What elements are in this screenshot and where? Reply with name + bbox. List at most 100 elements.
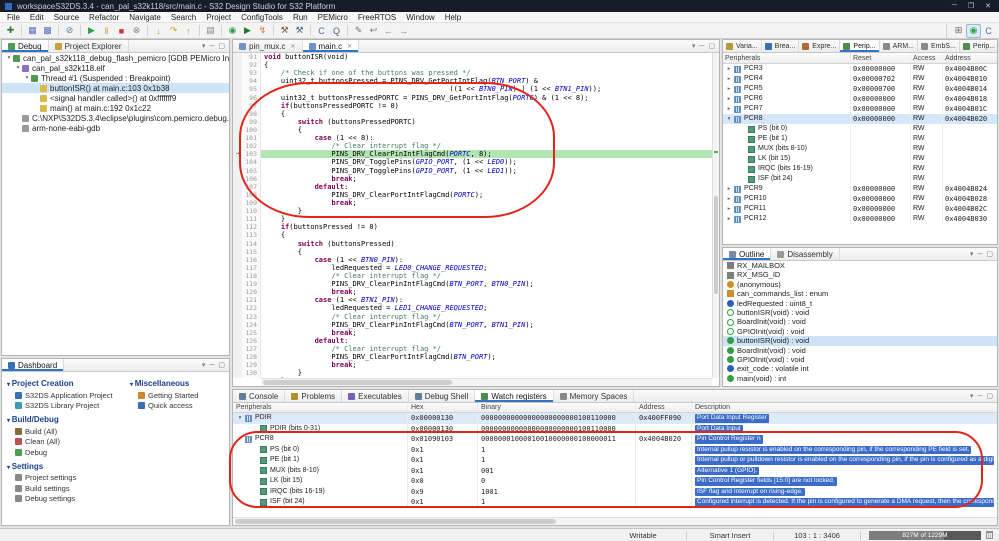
peripheral-row-ps-bit-0[interactable]: PS (bit 0) RW [723, 124, 997, 134]
code-line[interactable]: 95 ((1 << BTN0_PIN) | (1 << BTN1_PIN)); [233, 85, 712, 94]
code-line[interactable]: 129 break; [233, 361, 712, 370]
code-line[interactable]: 116 case (1 << BTN0_PIN): [233, 255, 712, 264]
code-line[interactable]: 126 default: [233, 336, 712, 345]
twisty-icon[interactable]: ▸ [725, 194, 733, 204]
twisty-icon[interactable]: ▸ [725, 214, 733, 224]
right-tab-arm[interactable]: ARM... [880, 40, 918, 52]
minimize-button[interactable]: ─ [952, 2, 957, 10]
editor-body[interactable]: 91 void buttonISR(void) 92{93 /* Check if … [233, 53, 712, 378]
code-line[interactable]: 122 ledRequested = LED1_CHANGE_REQUESTED… [233, 304, 712, 313]
peripheral-row-pcr9[interactable]: ▸ PCR9 0x00000000 RW 0x4004B024 [723, 184, 997, 194]
bottom-tab-executables[interactable]: Executables [342, 390, 409, 402]
code-line[interactable]: 98 { [233, 109, 712, 118]
dashboard-link-debug[interactable]: Debug [5, 447, 127, 458]
code-line[interactable]: 105 PINS_DRV_TogglePins(GPIO_PORT, (1 <<… [233, 166, 712, 175]
scrollbar-thumb[interactable] [235, 519, 556, 524]
outline-item-gpioinit-void-void[interactable]: GPIOInit(void) : void [723, 355, 997, 364]
right-tab-embs[interactable]: EmbS... [918, 40, 960, 52]
gdb-process[interactable]: arm-none-eabi-gdb [2, 123, 229, 133]
maximize-icon[interactable]: ▢ [218, 42, 225, 50]
code-line[interactable]: 121 case (1 << BTN1_PIN): [233, 296, 712, 305]
watch-row-isf-bit-24[interactable]: ISF (bit 24) 0x1 1 Configured interrupt is … [233, 497, 997, 508]
menu-item-search[interactable]: Search [166, 13, 201, 22]
search-icon[interactable]: Q [329, 24, 344, 38]
build-all-icon[interactable]: ⚒ [292, 24, 307, 38]
code-line[interactable]: 104 PINS_DRV_TogglePins(GPIO_PORT, (1 <<… [233, 158, 712, 167]
menu-item-navigate[interactable]: Navigate [124, 13, 166, 22]
dashboard-link-s32ds-application-project[interactable]: S32DS Application Project [5, 390, 127, 401]
peripheral-row-pcr6[interactable]: ▸ PCR6 0x00000000 RW 0x4004B018 [723, 94, 997, 104]
peripheral-row-lk-bit-15[interactable]: LK (bit 15) RW [723, 154, 997, 164]
step-into-icon[interactable]: ↓ [151, 24, 166, 38]
peripheral-row-pcr7[interactable]: ▸ PCR7 0x00000000 RW 0x4004B01C [723, 104, 997, 114]
code-line[interactable]: 128 PINS_DRV_ClearPortIntFlagCmd(BTN_POR… [233, 353, 712, 362]
dashboard-link-clean-all[interactable]: Clean (All) [5, 437, 127, 448]
code-line[interactable]: 113 { [233, 231, 712, 240]
twisty-icon[interactable]: ▾ [236, 434, 244, 445]
menu-item-edit[interactable]: Edit [25, 13, 49, 22]
column-header-address[interactable]: Address [636, 403, 692, 412]
minimize-icon[interactable]: ─ [977, 393, 982, 400]
view-menu-icon[interactable]: ▾ [202, 361, 206, 369]
code-line[interactable]: 124 PINS_DRV_ClearPinIntFlagCmd(BTN_PORT… [233, 320, 712, 329]
run-garbage-collector-icon[interactable] [986, 531, 993, 539]
code-line[interactable]: 96 uint32_t buttonsPressedPORTC = PINS_D… [233, 93, 712, 102]
peripheral-row-pcr8[interactable]: ▾ PCR8 0x00000000 RW 0x4004B020 [723, 114, 997, 124]
dashboard-link-build-settings[interactable]: Build settings [5, 483, 127, 494]
code-line[interactable]: 110 } [233, 207, 712, 216]
code-line[interactable]: 109 break; [233, 198, 712, 208]
program[interactable]: ▾ can_pal_s32k118.elf [2, 63, 229, 73]
peripheral-row-pcr10[interactable]: ▸ PCR10 0x00000000 RW 0x4004B028 [723, 194, 997, 204]
peripheral-row-mux-bits-8-10[interactable]: MUX (bits 8-10) RW [723, 144, 997, 154]
peripheral-row-pe-bit-1[interactable]: PE (bit 1) RW [723, 134, 997, 144]
menu-item-source[interactable]: Source [49, 13, 84, 22]
code-line[interactable]: 114 switch (buttonsPressed) [233, 239, 712, 248]
code-line[interactable]: 120 break; [233, 288, 712, 297]
bottom-tab-debug-shell[interactable]: Debug Shell [409, 390, 476, 402]
code-line[interactable]: 100 { [233, 125, 712, 135]
outline-item-exit-code-volatile-int[interactable]: exit_code : volatile int [723, 364, 997, 373]
code-line[interactable]: 130 } [233, 369, 712, 378]
outline-item-gpioinit-void-void[interactable]: GPIOInit(void) : void [723, 327, 997, 336]
code-line[interactable]: 94 uint32_t buttonsPressed = PINS_DRV_Ge… [233, 77, 712, 86]
code-line[interactable]: 108 PINS_DRV_ClearPortIntFlagCmd(PORTC); [233, 190, 712, 199]
twisty-icon[interactable]: ▾ [725, 114, 733, 124]
outline-item-ledrequested-uint8-t[interactable]: ledRequested : uint8_t [723, 299, 997, 308]
dashboard-link-project-settings[interactable]: Project settings [5, 473, 127, 484]
column-header-description[interactable]: Description [692, 403, 997, 412]
suspend-icon[interactable]: ‖ [99, 24, 114, 38]
twisty-icon[interactable]: ▸ [725, 64, 733, 74]
stack-frame-main[interactable]: main() at main.c:192 0x1c22 [2, 103, 229, 113]
resume-icon[interactable]: ▶ [84, 24, 99, 38]
stack-frame-signal-handler[interactable]: <signal handler called>() at 0xfffffff9 [2, 93, 229, 103]
column-header-reset[interactable]: Reset [851, 53, 911, 63]
thread[interactable]: ▾ Thread #1 (Suspended : Breakpoint) [2, 73, 229, 83]
column-header-hex[interactable]: Hex [408, 403, 478, 412]
right-tab-expre[interactable]: Expre... [799, 40, 841, 52]
maximize-icon[interactable]: ▢ [986, 392, 993, 400]
launch-config[interactable]: ▾ can_pal_s32k118_debug_flash_pemicro [GD… [2, 53, 229, 63]
dashboard-link-quick-access[interactable]: Quick access [128, 401, 228, 412]
menu-item-freertos[interactable]: FreeRTOS [353, 13, 401, 22]
code-line[interactable]: 102 /* Clear interrupt flag */ [233, 142, 712, 151]
code-line[interactable]: 112 if(buttonsPressed != 0) [233, 223, 712, 232]
save-icon[interactable]: ▦ [25, 24, 40, 38]
debug-tab-debug[interactable]: Debug [2, 40, 49, 52]
debug-perspective-icon[interactable]: ◉ [966, 23, 981, 38]
outline-item-can-commands-list-enum[interactable]: can_commands_list : enum [723, 289, 997, 298]
code-line[interactable]: 92{ [233, 61, 712, 70]
dashboard-link-getting-started[interactable]: Getting Started [128, 390, 228, 401]
right-tab-perip[interactable]: Perip... [960, 40, 997, 52]
maximize-icon[interactable]: ▢ [986, 250, 993, 258]
code-area[interactable]: 91 void buttonISR(void) 92{93 /* Check if … [233, 53, 712, 378]
bottom-tab-console[interactable]: Console [233, 390, 286, 402]
view-menu-icon[interactable]: ▾ [692, 42, 696, 50]
outline-item-boardinit-void-void[interactable]: BoardInit(void) : void [723, 346, 997, 355]
debug-tab-project-explorer[interactable]: Project Explorer [49, 40, 129, 52]
column-header-peripherals[interactable]: Peripherals [233, 403, 408, 412]
dashboard-link-debug-settings[interactable]: Debug settings [5, 494, 127, 505]
minimize-icon[interactable]: ─ [699, 43, 704, 50]
twisty-icon[interactable]: ▾ [14, 65, 22, 71]
view-menu-icon[interactable]: ▾ [970, 250, 974, 258]
outline-tab-disassembly[interactable]: Disassembly [771, 248, 840, 260]
